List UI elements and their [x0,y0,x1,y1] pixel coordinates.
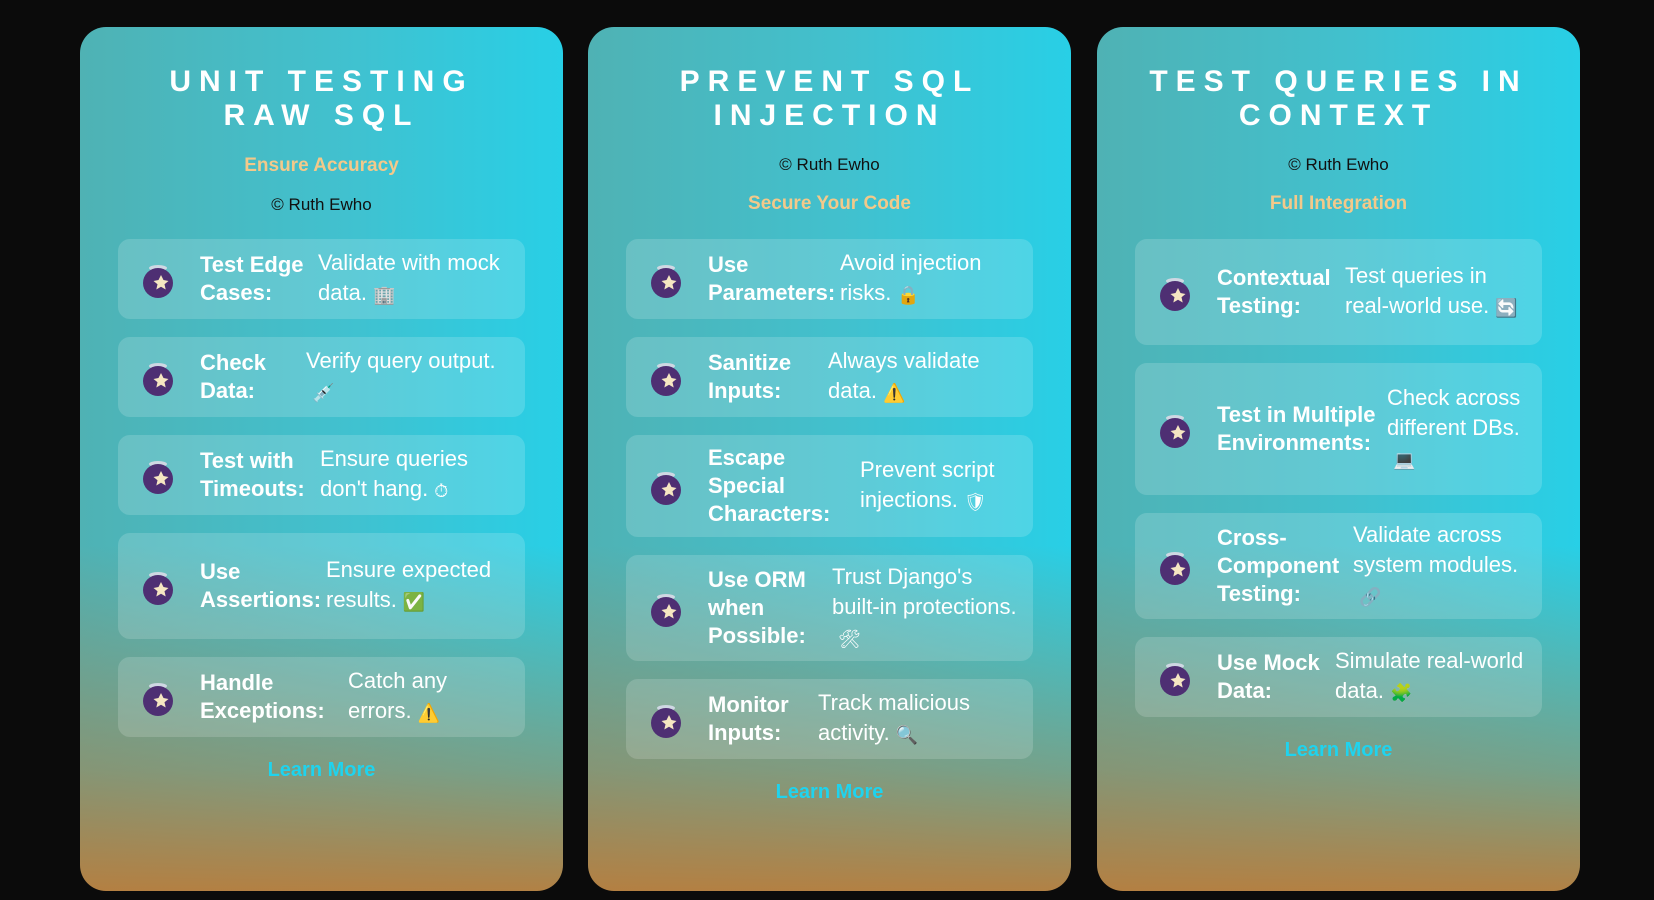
card-test-queries-in-context: Test Queries in Context © Ruth Ewho Full… [1097,27,1580,891]
tools-icon: 🛠 [838,628,861,649]
item-label: Handle Exceptions: [200,670,325,723]
potion-icon [138,566,178,606]
item-desc: Avoid injection risks. 🔒 [840,248,1017,309]
potion-icon [1155,409,1195,449]
shield-icon: 🛡 [963,491,987,512]
potion-icon [646,357,686,397]
warning-icon: ⚠️ [882,382,906,403]
item-desc: Ensure queries don't hang. ⏱ [320,444,509,505]
potion-icon [646,259,686,299]
potion-icon [138,677,178,717]
item-label: Use Assertions: [200,559,322,612]
list-item: Check Data: Verify query output.💉 [118,337,525,417]
tip-list: Test Edge Cases: Validate with mock data… [118,239,525,737]
item-label: Use Mock Data: [1217,650,1320,703]
list-item: Escape Special Characters: Prevent scrip… [626,435,1033,537]
learn-more-link[interactable]: Learn More [626,781,1033,804]
list-item: Cross-Component Testing: Validate across… [1135,513,1542,619]
item-label: Escape Special Characters: [708,445,831,526]
item-desc: Simulate real-world data. 🧩 [1335,646,1526,707]
card-prevent-sql-injection: Prevent SQL Injection © Ruth Ewho Secure… [588,27,1071,891]
item-label: Check Data: [200,350,267,403]
tip-list: Contextual Testing: Test queries in real… [1135,239,1542,717]
potion-icon [646,588,686,628]
card-subtitle: Secure Your Code [748,193,911,214]
potion-icon [646,466,686,506]
item-desc: Trust Django's built-in protections.🛠 [832,562,1017,653]
puzzle-icon: 🧩 [1389,682,1413,703]
link-icon: 🔗 [1359,586,1382,607]
list-item: Use Parameters: Avoid injection risks. 🔒 [626,239,1033,319]
potion-icon [1155,546,1195,586]
learn-more-link[interactable]: Learn More [1135,739,1542,762]
card-unit-testing: Unit Testing Raw SQL Ensure Accuracy © R… [80,27,563,891]
list-item: Use Assertions: Ensure expected results.… [118,533,525,639]
potion-icon [1155,272,1195,312]
list-item: Test in Multiple Environments: Check acr… [1135,363,1542,495]
list-item: Test Edge Cases: Validate with mock data… [118,239,525,319]
stopwatch-icon: ⏱ [434,480,449,501]
list-item: Use Mock Data: Simulate real-world data.… [1135,637,1542,717]
item-label: Monitor Inputs: [708,692,789,745]
list-item: Sanitize Inputs: Always validate data. ⚠️ [626,337,1033,417]
potion-icon [138,357,178,397]
building-icon: 🏢 [372,284,396,305]
card-title: Test Queries in Context [1149,65,1528,132]
item-desc: Ensure expected results. ✅ [326,555,509,616]
syringe-icon: 💉 [312,382,335,403]
item-label: Cross-Component Testing: [1217,525,1340,606]
item-label: Sanitize Inputs: [708,350,792,403]
list-item: Contextual Testing: Test queries in real… [1135,239,1542,345]
potion-icon [646,699,686,739]
card-copyright: © Ruth Ewho [271,195,372,214]
item-desc: Verify query output.💉 [306,346,509,407]
item-desc: Validate across system modules.🔗 [1353,520,1526,611]
item-label: Test in Multiple Environments: [1217,402,1376,455]
laptop-icon: 💻 [1393,449,1416,470]
card-title: Prevent SQL Injection [679,65,980,132]
item-desc: Test queries in real-world use. 🔄 [1345,261,1526,322]
card-title: Unit Testing Raw SQL [169,65,474,132]
magnifier-icon: 🔍 [895,724,919,745]
list-item: Test with Timeouts: Ensure queries don't… [118,435,525,515]
card-subtitle: Ensure Accuracy [244,155,399,176]
item-label: Test Edge Cases: [200,252,304,305]
potion-icon [1155,657,1195,697]
potion-icon [138,455,178,495]
lock-icon: 🔒 [897,284,920,305]
item-label: Test with Timeouts: [200,448,305,501]
learn-more-link[interactable]: Learn More [118,759,525,782]
potion-icon [138,259,178,299]
item-desc: Always validate data. ⚠️ [828,346,1017,407]
card-copyright: © Ruth Ewho [779,155,880,174]
item-desc: Validate with mock data. 🏢 [318,248,509,309]
item-desc: Track malicious activity. 🔍 [818,688,1017,749]
card-gallery: Unit Testing Raw SQL Ensure Accuracy © R… [0,0,1654,900]
item-label: Use Parameters: [708,252,836,305]
item-label: Use ORM when Possible: [708,567,806,648]
checkmark-icon: ✅ [402,591,426,612]
warning-icon: ⚠️ [417,702,440,723]
list-item: Monitor Inputs: Track malicious activity… [626,679,1033,759]
item-label: Contextual Testing: [1217,265,1331,318]
item-desc: Catch any errors. ⚠️ [348,666,509,727]
card-copyright: © Ruth Ewho [1288,155,1389,174]
refresh-icon: 🔄 [1495,297,1518,318]
item-desc: Prevent script injections. 🛡 [860,455,1017,516]
tip-list: Use Parameters: Avoid injection risks. 🔒 … [626,239,1033,759]
list-item: Use ORM when Possible: Trust Django's bu… [626,555,1033,661]
card-subtitle: Full Integration [1269,193,1408,214]
list-item: Handle Exceptions: Catch any errors. ⚠️ [118,657,525,737]
item-desc: Check across different DBs.💻 [1387,383,1526,474]
